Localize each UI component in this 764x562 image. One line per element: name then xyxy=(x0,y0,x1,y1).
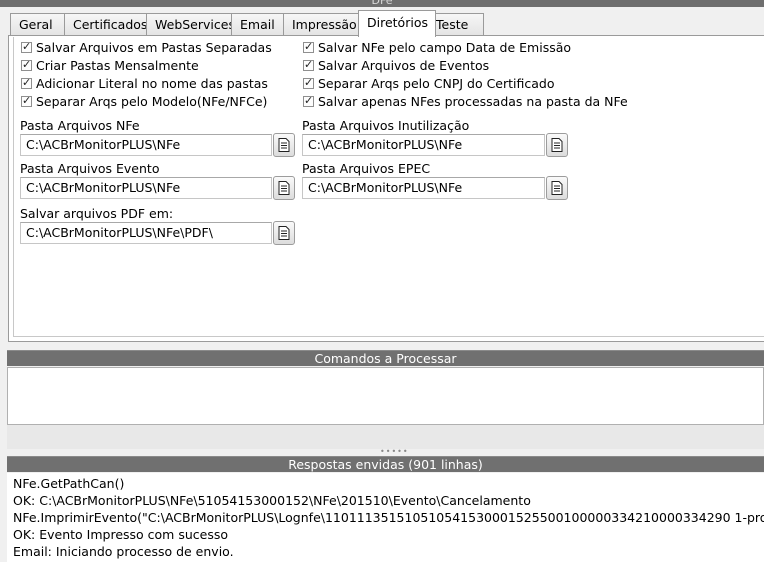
log-line: NFe.ImprimirEvento("C:\ACBrMonitorPLUS\L… xyxy=(13,510,764,525)
comandos-footer xyxy=(7,425,764,449)
pasta-pdf-input[interactable]: C:\ACBrMonitorPLUS\NFe\PDF\ xyxy=(20,222,272,244)
log-line: Email: Iniciando processo de envio. xyxy=(13,544,234,559)
log-line: NFe.GetPathCan() xyxy=(13,476,125,491)
option-salvar-pastas-separadas[interactable]: Salvar Arquivos em Pastas Separadas xyxy=(21,39,272,55)
option-criar-pastas-mensalmente[interactable]: Criar Pastas Mensalmente xyxy=(21,57,199,73)
option-label: Separar Arqs pelo Modelo(NFe/NFCe) xyxy=(36,93,268,109)
option-separar-por-cnpj[interactable]: Separar Arqs pelo CNPJ do Certificado xyxy=(303,75,555,91)
pasta-nfe-input[interactable]: C:\ACBrMonitorPLUS\NFe xyxy=(20,134,272,156)
respostas-header: Respostas envidas (901 linhas) xyxy=(7,456,764,472)
log-line: OK: Evento Impresso com sucesso xyxy=(13,527,228,542)
tab-email[interactable]: Email xyxy=(231,13,287,35)
option-label: Separar Arqs pelo CNPJ do Certificado xyxy=(318,75,555,91)
tab-strip: Geral Certificados WebServices Email Imp… xyxy=(9,10,764,37)
document-browse-icon xyxy=(278,181,290,195)
splitter-handle[interactable]: ••••• xyxy=(380,447,409,456)
log-line: OK: C:\ACBrMonitorPLUS\NFe\5105415300015… xyxy=(13,493,531,508)
tab-webservices[interactable]: WebServices xyxy=(146,13,242,35)
checkbox-icon[interactable] xyxy=(303,40,314,53)
pasta-nfe-label: Pasta Arquivos NFe xyxy=(20,118,140,133)
document-browse-icon xyxy=(551,181,563,195)
pasta-pdf-browse-button[interactable] xyxy=(273,221,295,245)
pasta-inutilizacao-label: Pasta Arquivos Inutilização xyxy=(302,118,470,133)
pasta-evento-input[interactable]: C:\ACBrMonitorPLUS\NFe xyxy=(20,177,272,199)
checkbox-icon[interactable] xyxy=(303,58,314,71)
option-label: Salvar apenas NFes processadas na pasta … xyxy=(318,93,628,109)
pasta-pdf-label: Salvar arquivos PDF em: xyxy=(20,206,174,221)
window-title: DFe xyxy=(371,0,393,7)
option-label: Adicionar Literal no nome das pastas xyxy=(36,75,268,91)
option-separar-por-modelo[interactable]: Separar Arqs pelo Modelo(NFe/NFCe) xyxy=(21,93,267,109)
checkbox-icon[interactable] xyxy=(21,40,32,53)
tab-certificados[interactable]: Certificados xyxy=(64,13,154,35)
window-title-bar: DFe xyxy=(0,0,764,7)
pasta-inutilizacao-browse-button[interactable] xyxy=(546,133,568,157)
comandos-list[interactable] xyxy=(7,367,764,425)
option-label: Salvar Arquivos em Pastas Separadas xyxy=(36,39,272,55)
tab-geral[interactable]: Geral xyxy=(10,13,65,35)
pasta-epec-input[interactable]: C:\ACBrMonitorPLUS\NFe xyxy=(302,177,545,199)
comandos-header: Comandos a Processar xyxy=(7,350,764,366)
pasta-evento-label: Pasta Arquivos Evento xyxy=(20,161,160,176)
checkbox-icon[interactable] xyxy=(303,94,314,107)
respostas-log[interactable]: NFe.GetPathCan() OK: C:\ACBrMonitorPLUS\… xyxy=(7,473,764,562)
option-label: Criar Pastas Mensalmente xyxy=(36,57,199,73)
option-adicionar-literal[interactable]: Adicionar Literal no nome das pastas xyxy=(21,75,268,91)
option-salvar-apenas-processadas[interactable]: Salvar apenas NFes processadas na pasta … xyxy=(303,93,628,109)
checkbox-icon[interactable] xyxy=(303,76,314,89)
pasta-epec-label: Pasta Arquivos EPEC xyxy=(302,161,431,176)
pasta-evento-browse-button[interactable] xyxy=(273,176,295,200)
option-label: Salvar Arquivos de Eventos xyxy=(318,57,490,73)
option-salvar-eventos[interactable]: Salvar Arquivos de Eventos xyxy=(303,57,489,73)
option-label: Salvar NFe pelo campo Data de Emissão xyxy=(318,39,572,55)
checkbox-icon[interactable] xyxy=(21,76,32,89)
document-browse-icon xyxy=(278,226,290,240)
option-salvar-por-data-emissao[interactable]: Salvar NFe pelo campo Data de Emissão xyxy=(303,39,571,55)
checkbox-icon[interactable] xyxy=(21,58,32,71)
document-browse-icon xyxy=(551,138,563,152)
checkbox-icon[interactable] xyxy=(21,94,32,107)
pasta-nfe-browse-button[interactable] xyxy=(273,133,295,157)
pasta-epec-browse-button[interactable] xyxy=(546,176,568,200)
tab-diretorios[interactable]: Diretórios xyxy=(358,10,436,37)
pasta-inutilizacao-input[interactable]: C:\ACBrMonitorPLUS\NFe xyxy=(302,134,545,156)
document-browse-icon xyxy=(278,138,290,152)
